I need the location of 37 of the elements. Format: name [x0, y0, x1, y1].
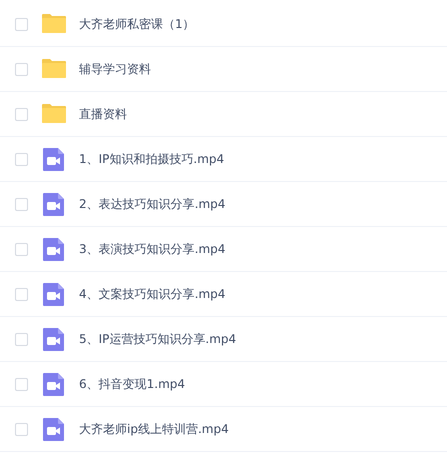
file-row[interactable]: 6、抖音变现1.mp4 — [0, 362, 447, 407]
video-file-icon — [41, 326, 67, 352]
file-name: 辅导学习资料 — [79, 60, 151, 78]
file-row[interactable]: 4、文案技巧知识分享.mp4 — [0, 272, 447, 317]
file-name: 4、文案技巧知识分享.mp4 — [79, 286, 226, 302]
file-row[interactable]: 2、表达技巧知识分享.mp4 — [0, 182, 447, 227]
file-name: 大齐老师私密课（1） — [79, 16, 195, 32]
file-name: 1、IP知识和拍摄技巧.mp4 — [79, 150, 224, 168]
checkbox[interactable] — [15, 378, 28, 390]
checkbox[interactable] — [15, 242, 28, 256]
video-file-icon — [41, 146, 67, 172]
file-name: 3、表演技巧知识分享.mp4 — [79, 240, 226, 258]
file-name: 直播资料 — [79, 106, 127, 122]
checkbox[interactable] — [15, 288, 28, 300]
checkbox[interactable] — [15, 332, 28, 346]
checkbox[interactable] — [15, 18, 28, 30]
file-row[interactable]: 大齐老师ip线上特训营.mp4 — [0, 407, 447, 452]
file-row[interactable]: 5、IP运营技巧知识分享.mp4 — [0, 317, 447, 362]
video-file-icon — [41, 371, 67, 397]
checkbox[interactable] — [15, 62, 28, 76]
video-file-icon — [41, 191, 67, 217]
file-name: 2、表达技巧知识分享.mp4 — [79, 196, 226, 212]
file-name: 大齐老师ip线上特训营.mp4 — [79, 420, 229, 438]
video-file-icon — [41, 416, 67, 442]
video-file-icon — [41, 281, 67, 307]
file-name: 5、IP运营技巧知识分享.mp4 — [79, 330, 236, 348]
file-row[interactable]: 3、表演技巧知识分享.mp4 — [0, 227, 447, 272]
file-row[interactable]: 大齐老师私密课（1） — [0, 2, 447, 47]
checkbox[interactable] — [15, 198, 28, 210]
checkbox[interactable] — [15, 422, 28, 436]
checkbox[interactable] — [15, 152, 28, 166]
file-name: 6、抖音变现1.mp4 — [79, 376, 186, 392]
file-row[interactable]: 辅导学习资料 — [0, 47, 447, 92]
video-file-icon — [41, 236, 67, 262]
file-row[interactable]: 直播资料 — [0, 92, 447, 137]
checkbox[interactable] — [15, 108, 28, 120]
file-row[interactable]: 1、IP知识和拍摄技巧.mp4 — [0, 137, 447, 182]
